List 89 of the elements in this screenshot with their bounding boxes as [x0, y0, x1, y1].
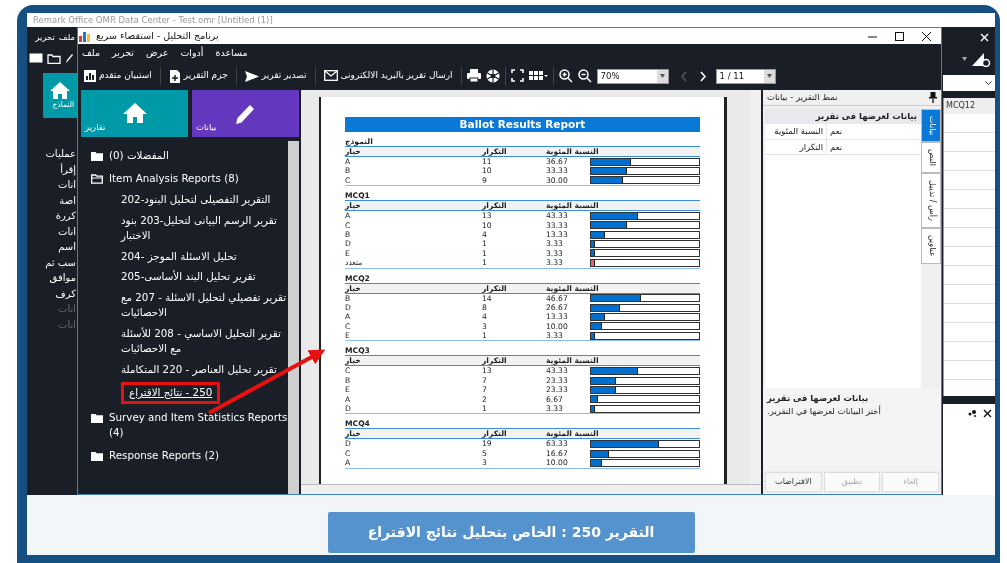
property-value: نعم	[829, 124, 844, 138]
dropdown-field[interactable]: 70%	[596, 68, 669, 84]
description-title: بيانات لعرضها فى تقرير	[767, 392, 870, 405]
chevron-icon	[985, 80, 992, 86]
pin-icon[interactable]	[929, 92, 937, 103]
menu-item[interactable]: ملف	[58, 30, 75, 44]
category-row: بيانات لعرضها فى تقرير	[765, 109, 921, 124]
side-tab[interactable]: النص	[921, 142, 941, 174]
side-item[interactable]: عمليات	[27, 146, 77, 162]
description-text: أختر البيانات لعرضها في التقرير.	[767, 404, 882, 418]
tree-folder[interactable]: Response Reports (2)	[109, 447, 220, 463]
toolbar-button[interactable]: ارسال تقرير بالبريد الالكترونى	[320, 67, 456, 85]
property-name: النسبة المئوية	[765, 123, 827, 139]
next-page-icon[interactable]	[698, 70, 707, 82]
fullscreen-icon[interactable]	[510, 69, 524, 83]
side-tab[interactable]: رأس / تذييل	[921, 173, 941, 228]
folder-icon[interactable]	[47, 52, 61, 64]
menu-item[interactable]: عرض	[146, 45, 169, 61]
tree-item[interactable]: تقرير الرسم البيانى لتحليل-203 بنود الاختبار	[121, 212, 288, 244]
caret-icon[interactable]	[962, 57, 967, 61]
menu-item[interactable]: تحرير	[112, 45, 134, 61]
property-name: التكرار	[765, 139, 827, 155]
maximize-icon[interactable]	[895, 31, 904, 41]
tree-item[interactable]: تقرير تحليل العناصر - 220 المتكاملة	[121, 361, 288, 377]
close-icon[interactable]	[983, 408, 992, 418]
window-title: برنامج التحليل - استقصاء سريع	[96, 28, 219, 43]
bar-chart-icon	[84, 69, 96, 83]
dropdown-field[interactable]	[943, 75, 995, 91]
aperture-icon[interactable]	[485, 69, 500, 83]
grid-header: MCQ12	[944, 98, 995, 114]
caption-banner: التقرير 250 : الخاص بتحليل نتائج الاقتراع	[327, 512, 695, 553]
tree-item[interactable]: تقرير تفصيلي لتحليل الاسئلة - 207 مع الاحصائيات	[121, 289, 288, 321]
menu-item[interactable]: تحرير	[35, 30, 55, 44]
side-item[interactable]: اسم	[27, 239, 77, 255]
folder-icon[interactable]	[91, 151, 103, 161]
tree-item[interactable]: تحليل الاسئلة الموجز -204	[121, 248, 288, 264]
side-item[interactable]: اصة	[27, 192, 77, 208]
close-icon[interactable]	[922, 31, 931, 41]
panel-button[interactable]: الافتراضات	[765, 472, 822, 492]
folder-icon[interactable]	[91, 412, 103, 423]
side-item[interactable]: سب ثم	[27, 254, 77, 270]
side-item[interactable]: انات	[27, 177, 77, 193]
side-item[interactable]: كرف	[27, 285, 77, 301]
tree-folder[interactable]: المفضلات (0)	[109, 148, 169, 164]
caret-icon	[659, 74, 665, 78]
side-tab[interactable]: بيانات	[921, 109, 941, 143]
send-icon	[244, 69, 259, 83]
new-file-icon[interactable]	[29, 53, 43, 63]
toolbar-button[interactable]: جزم التقرير	[165, 67, 231, 85]
dropdown-field[interactable]: 1 / 11	[715, 68, 776, 84]
zoom-in-icon[interactable]	[558, 69, 573, 83]
menu-item[interactable]: مساعدة	[215, 45, 248, 61]
bar-chart-icon	[78, 30, 92, 42]
scrollbar[interactable]	[301, 484, 761, 494]
side-tab[interactable]: عناوين	[921, 227, 941, 264]
side-item[interactable]: إقرأ	[27, 161, 77, 177]
tree-item[interactable]: تقرير التحليل الاساسي - 208 للأسئلة مع الاحصائيات	[121, 325, 288, 357]
tree-item[interactable]: 250 - نتائج الاقتراع	[129, 386, 213, 398]
scrollbar[interactable]	[750, 90, 761, 484]
home-icon	[49, 80, 71, 99]
side-item[interactable]: موافق	[27, 270, 77, 286]
panel-title: نمط التقرير - بيانات	[767, 91, 838, 104]
scrollbar[interactable]	[288, 141, 299, 494]
dots-icon[interactable]	[967, 409, 979, 417]
open-folder-icon[interactable]	[91, 173, 103, 184]
zoom-out-icon[interactable]	[577, 69, 592, 83]
toolbar-button[interactable]: تصدير تقرير	[241, 67, 310, 85]
grid-view-icon[interactable]	[528, 69, 548, 83]
side-item[interactable]: كررة	[27, 208, 77, 224]
print-icon[interactable]	[466, 69, 481, 83]
menu-item[interactable]: ملف	[82, 45, 101, 61]
folder-icon[interactable]	[91, 450, 103, 461]
menu-item[interactable]: أدوات	[180, 45, 204, 61]
property-value: نعم	[829, 140, 844, 154]
tree-folder[interactable]: Survey and Item Statistics Reports (4)	[109, 409, 288, 441]
tree-folder[interactable]: Item Analysis Reports (8)	[109, 170, 239, 186]
pencil-icon[interactable]	[65, 52, 73, 64]
tree-item[interactable]: تقرير تحليل البند الأساسى-205	[121, 269, 288, 285]
report-title: Ballot Results Report	[345, 117, 700, 132]
window-title: Remark Office OMR Data Center - Test.omr [Untitled (1)]	[27, 13, 995, 27]
tree-item[interactable]: التقرير التفصيلى لتحليل البنود-202	[121, 192, 288, 208]
envelope-icon	[323, 69, 338, 83]
nav-tile[interactable]: بيانات	[192, 90, 299, 137]
home-icon	[121, 101, 148, 126]
chart-settings-icon[interactable]	[971, 51, 991, 67]
side-item[interactable]: انات	[27, 223, 77, 239]
toolbar-button[interactable]: استبيان متقدم	[81, 67, 155, 85]
caret-icon	[766, 74, 772, 78]
add-document-icon	[168, 69, 181, 83]
